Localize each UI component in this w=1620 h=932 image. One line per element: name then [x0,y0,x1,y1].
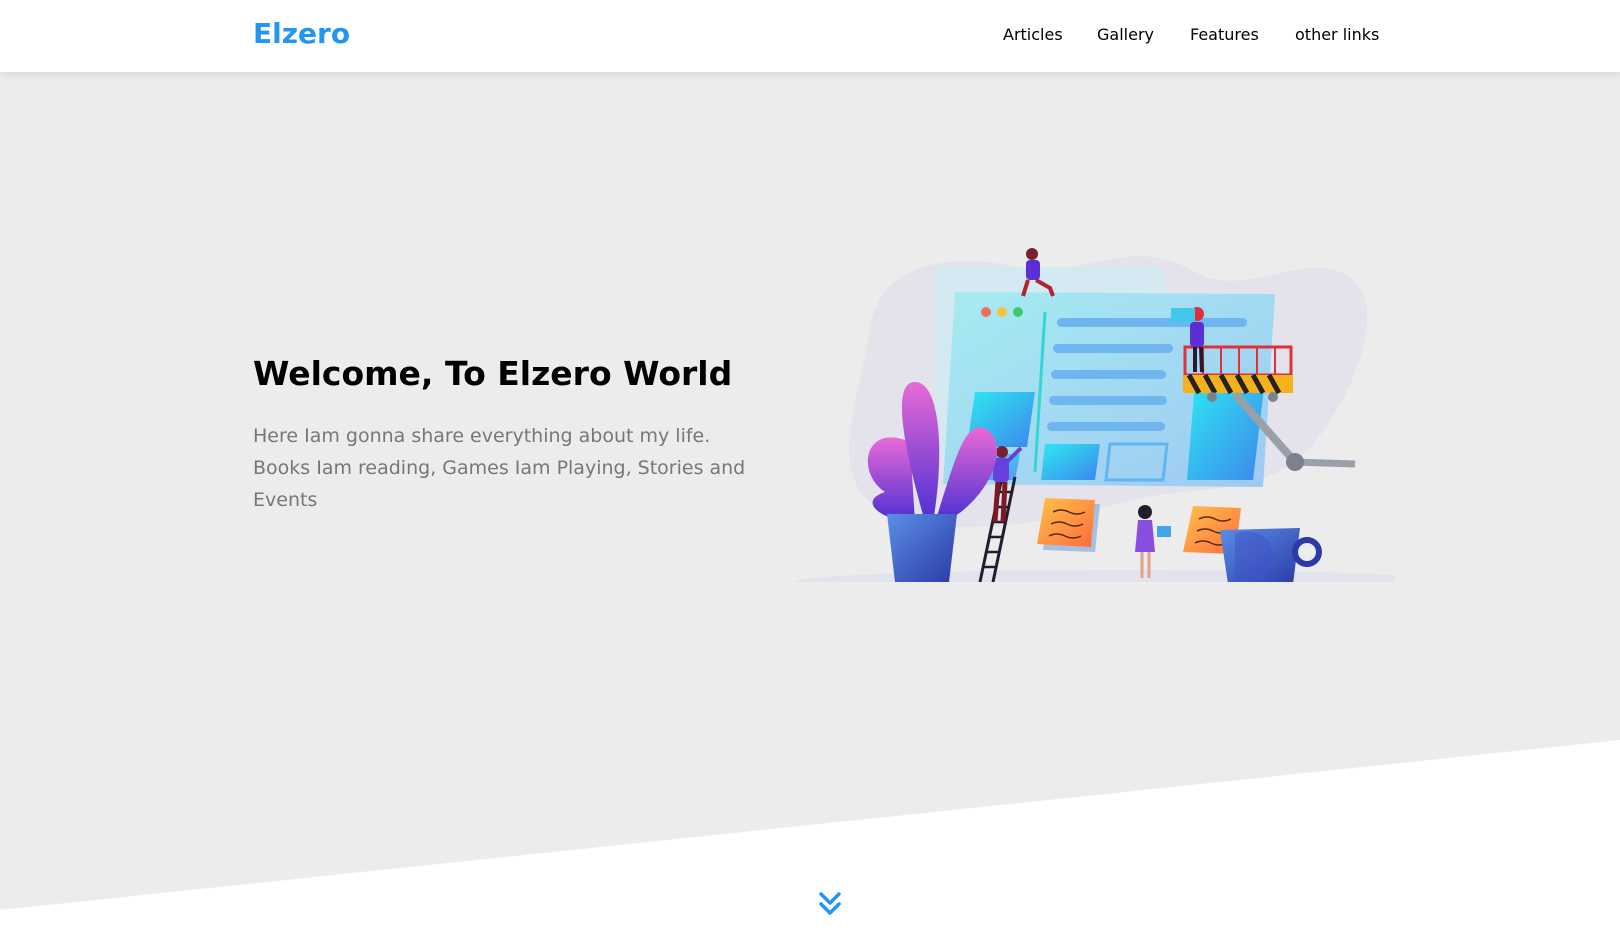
nav-link-features[interactable]: Features [1190,25,1259,44]
nav-link-other-links[interactable]: other links [1295,25,1379,44]
landing-section: Welcome, To Elzero World Here Iam gonna … [0,72,1620,932]
nav-link-articles[interactable]: Articles [1003,25,1063,44]
landing-illustration [795,248,1395,582]
logo[interactable]: Elzero [253,17,350,50]
scroll-down-button[interactable] [816,888,844,920]
nav-link-gallery[interactable]: Gallery [1097,25,1154,44]
hero-description: Here Iam gonna share everything about my… [253,425,746,511]
hero-title: Welcome, To Elzero World [253,354,733,393]
double-chevron-down-icon [819,892,841,915]
header: Elzero Articles Gallery Features other l… [0,0,1620,72]
